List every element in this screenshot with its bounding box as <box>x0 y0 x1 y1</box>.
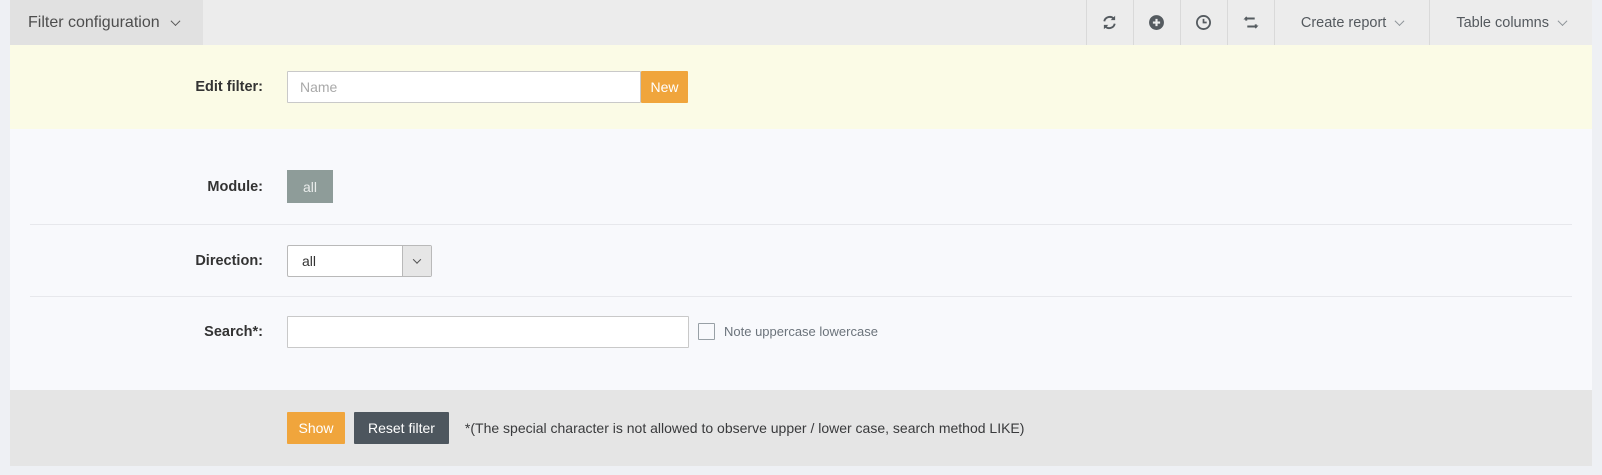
filter-configuration-tab[interactable]: Filter configuration <box>10 0 203 45</box>
module-row: Module: all <box>10 129 1592 224</box>
add-icon <box>1148 14 1165 31</box>
refresh-icon <box>1101 14 1118 31</box>
history-icon <box>1195 14 1212 31</box>
module-label: Module: <box>10 179 263 195</box>
chevron-down-icon <box>1395 16 1405 26</box>
chevron-down-icon <box>1558 16 1568 26</box>
direction-label: Direction: <box>10 253 263 269</box>
filter-name-input[interactable] <box>287 71 641 103</box>
show-button[interactable]: Show <box>287 412 345 444</box>
create-report-label: Create report <box>1301 15 1386 31</box>
filter-configuration-tab-label: Filter configuration <box>28 14 160 32</box>
history-button[interactable] <box>1180 0 1227 45</box>
select-arrow-box <box>402 246 431 276</box>
add-button[interactable] <box>1133 0 1180 45</box>
new-filter-button[interactable]: New <box>641 71 688 103</box>
direction-select[interactable]: all <box>287 245 432 277</box>
header-actions: Create report Table columns <box>1086 0 1592 45</box>
create-report-menu[interactable]: Create report <box>1274 0 1429 45</box>
header-spacer <box>203 0 1086 45</box>
reset-filter-button[interactable]: Reset filter <box>354 412 449 444</box>
search-input[interactable] <box>287 316 689 348</box>
edit-filter-label: Edit filter: <box>10 79 263 95</box>
direction-row: Direction: all <box>10 225 1592 296</box>
search-label: Search*: <box>10 324 263 340</box>
module-all-badge[interactable]: all <box>287 170 333 203</box>
table-columns-label: Table columns <box>1456 15 1549 31</box>
repeat-icon <box>1242 14 1260 31</box>
chevron-down-icon <box>413 255 421 263</box>
panel-header: Filter configuration <box>10 0 1592 45</box>
direction-select-value: all <box>288 246 402 276</box>
panel-footer: Show Reset filter *(The special characte… <box>10 390 1592 466</box>
table-columns-menu[interactable]: Table columns <box>1429 0 1592 45</box>
filter-configuration-panel: Filter configuration <box>10 0 1592 466</box>
search-row: Search*: Note uppercase lowercase <box>10 297 1592 390</box>
footer-note: *(The special character is not allowed t… <box>465 420 1025 436</box>
edit-filter-row: Edit filter: New <box>10 45 1592 129</box>
refresh-button[interactable] <box>1086 0 1133 45</box>
repeat-button[interactable] <box>1227 0 1274 45</box>
case-sensitive-checkbox-label: Note uppercase lowercase <box>724 324 878 339</box>
edit-filter-controls: New <box>287 71 688 103</box>
chevron-down-icon <box>170 16 180 26</box>
case-sensitive-checkbox[interactable] <box>698 323 715 340</box>
